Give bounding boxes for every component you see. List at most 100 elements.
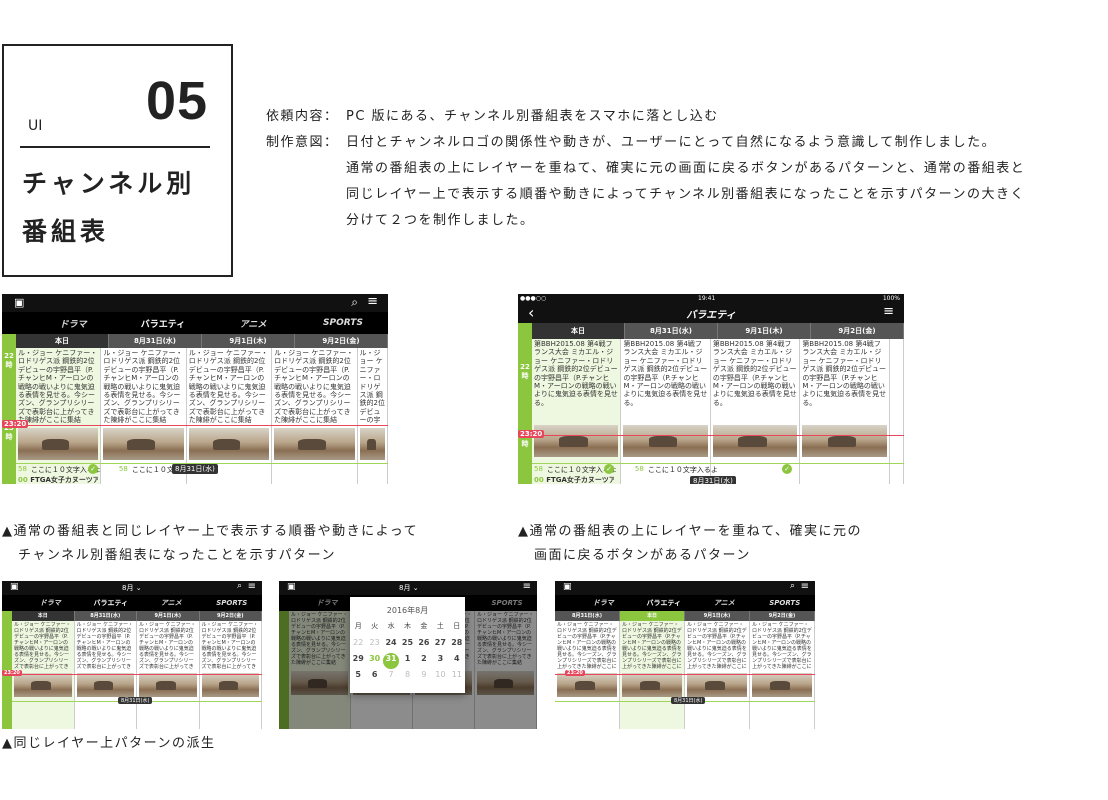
calendar-day[interactable]: 22 [350,637,366,653]
menu-icon[interactable]: ≡ [801,581,809,592]
row-num: 58 [118,465,128,473]
program-column: ル・ジョー ケニファー・ロドリゲス派 鋼鉄的2位デビューの宇野昌平（P.チャンヒ… [685,621,750,729]
date-2[interactable]: 8月31日(水) [75,611,137,621]
channel-sports[interactable]: SPORTS [298,318,388,328]
program-text[interactable]: ル・ジョー ケニファー・ロドリゲス派 鋼鉄的2位デビューの宇野昌平（P.チャンヒ… [200,621,262,669]
program-text[interactable]: ル・ジョー ケニファー・ロドリゲス派 鋼鉄的2位デビューの宇野昌平（P.チャンヒ… [272,348,356,426]
program-text[interactable]: 第BBH2015.08 第4戦フランス大会 ミカエル・ジョー ケニファー・ロドリ… [711,339,799,423]
date-4[interactable]: 9月2日(金) [295,334,388,348]
search-icon[interactable]: ⌕ [790,581,795,591]
month-selector[interactable]: 8月 ⌄ [399,583,419,593]
calendar-day[interactable]: 25 [399,637,415,653]
date-2[interactable]: 8月31日(水) [555,611,620,621]
channel-drama[interactable]: ドラマ [573,598,634,608]
tv-icon[interactable]: ▣ [10,582,19,592]
program-text[interactable]: ル・ジョー ケニファー・ロドリゲス派 鋼鉄的2位デビューの宇野昌平（P.チャンヒ… [101,348,185,426]
date-4[interactable]: 9月2日(金) [750,611,815,621]
calendar-day[interactable]: 26 [416,637,432,653]
program-text[interactable]: 第BBH2015.08 第4戦フランス大会 ミカエル・ジョー ケニファー・ロドリ… [532,339,620,423]
menu-icon[interactable]: ≡ [883,304,894,319]
channel-variety[interactable]: バラエティ [118,317,208,330]
tv-icon[interactable]: ▣ [287,582,296,592]
tv-icon[interactable]: ▣ [14,296,24,309]
program-text[interactable]: ル・ジョー ケニファー・ロドリゲス派 鋼鉄的2位デビューの宇野昌平（P.チャンヒ… [12,621,74,669]
date-today[interactable]: 本日 [532,323,625,339]
calendar-day[interactable]: 28 [449,637,465,653]
date-3[interactable]: 9月1日(木) [685,611,750,621]
calendar-day[interactable]: 2 [416,653,432,669]
date-3[interactable]: 9月1日(木) [137,611,200,621]
calendar-day-selected[interactable]: 31 [382,653,400,669]
hour-22: 22 時 [520,363,530,380]
program-2-text[interactable]: FTGA女子カヌーツアー ドリーナ・モンソワ招待 第４日 朝最の最後の熱戦 [30,476,98,484]
date-3[interactable]: 9月1日(木) [718,323,811,339]
date-4[interactable]: 9月2日(金) [200,611,262,621]
check-icon[interactable]: ✓ [604,464,614,474]
check-icon[interactable]: ✓ [782,464,792,474]
program-grid: ル・ジョー ケニファー・ロドリゲス派 鋼鉄的2位デビューの宇野昌平（P.チャンヒ… [555,621,815,729]
program-text[interactable]: ル・ジョー ケニファー・ロドリゲス派 鋼鉄的2位デビューの宇野昌平（P.チャンヒ… [555,621,619,669]
row-text[interactable]: ここに１０文字入るよ [648,465,718,475]
calendar-day[interactable]: 5 [350,669,366,685]
channel-drama[interactable]: ドラマ [28,317,118,330]
calendar-day[interactable]: 1 [399,653,415,669]
calendar-day[interactable]: 24 [383,637,399,653]
calendar-week: 5 6 7 8 9 10 11 [350,669,465,685]
program-text[interactable]: ル・ジョー ケニファー・ロドリゲス派 鋼鉄的2位デビューの宇野昌平（P.チャンヒ… [75,621,137,669]
now-time: 23:20 [2,420,29,428]
program-text[interactable]: ル・ジョー ケニファー・ロドリゲス派 鋼鉄的2位デビューの宇野昌平（P.チャンヒ… [358,348,388,426]
calendar-day[interactable]: 7 [383,669,399,685]
calendar-day[interactable]: 27 [432,637,448,653]
program-2-text[interactable]: FTGA女子カヌーツアー ドリーナ・モンソワ招待 第４日 朝最の最後の熱戦 [546,476,614,484]
calendar-day[interactable]: 23 [366,637,382,653]
channel-variety[interactable]: バラエティ [81,598,142,608]
calendar-day[interactable]: 3 [432,653,448,669]
search-icon[interactable]: ⌕ [237,581,242,591]
ui-label: UI [28,118,43,134]
caption-bottom: ▲同じレイヤー上パターンの派生 [2,736,216,751]
channel-variety[interactable]: バラエティ [634,598,695,608]
chevron-down-icon: ⌄ [135,584,142,592]
program-text[interactable]: ル・ジョー ケニファー・ロドリゲス派 鋼鉄的2位デビューの宇野昌平（P.チャンヒ… [685,621,749,669]
weekday: 土 [436,622,444,630]
channel-sports[interactable]: SPORTS [202,599,263,607]
program-text[interactable]: ル・ジョー ケニファー・ロドリゲス派 鋼鉄的2位デビューの宇野昌平（P.チャンヒ… [750,621,814,669]
calendar-day[interactable]: 29 [350,653,366,669]
calendar-day[interactable]: 6 [366,669,382,685]
program-text[interactable]: ル・ジョー ケニファー・ロドリゲス派 鋼鉄的2位デビューの宇野昌平（P.チャンヒ… [16,348,100,426]
channel-sports[interactable]: SPORTS [755,599,816,607]
intent-row: 制作意図： 日付とチャンネルロゴの関係性や動きが、ユーザーにとって自然になるよう… [266,130,1025,156]
menu-icon[interactable]: ≡ [248,581,256,592]
program-photo [76,673,134,697]
date-today[interactable]: 本日 [12,611,75,621]
caption-right-1: ▲通常の番組表の上にレイヤーを重ねて、確実に元の [518,524,862,539]
calendar-day[interactable]: 30 [366,653,382,669]
program-text[interactable]: ル・ジョー ケニファー・ロドリゲス派 鋼鉄的2位デビューの宇野昌平（P.チャンヒ… [187,348,271,426]
date-today[interactable]: 本日 [16,334,109,348]
channel-anime[interactable]: アニメ [694,598,755,608]
program-text[interactable]: ル・ジョー ケニファー・ロドリゲス派 鋼鉄的2位デビューの宇野昌平（P.チャンヒ… [620,621,684,669]
calendar-day[interactable]: 8 [399,669,415,685]
date-4[interactable]: 9月2日(金) [811,323,904,339]
tv-icon[interactable]: ▣ [563,582,572,592]
program-text[interactable]: ル・ジョー ケニファー・ロドリゲス派 鋼鉄的2位デビューの宇野昌平（P.チャンヒ… [137,621,199,669]
search-icon[interactable]: ⌕ [351,295,358,310]
date-today[interactable]: 本日 [620,611,685,621]
program-text[interactable]: 第BBH2015.08 第4戦フランス大会 ミカエル・ジョー ケニファー・ロドリ… [621,339,709,423]
date-2[interactable]: 8月31日(水) [109,334,202,348]
date-2[interactable]: 8月31日(水) [625,323,718,339]
month-selector[interactable]: 8月 ⌄ [122,583,142,593]
check-icon[interactable]: ✓ [88,464,98,474]
menu-icon[interactable]: ≡ [523,581,531,592]
calendar-day[interactable]: 4 [449,653,465,669]
program-photo [623,425,708,457]
channel-anime[interactable]: アニメ [141,598,202,608]
calendar-day[interactable]: 11 [449,669,465,685]
channel-drama[interactable]: ドラマ [20,598,81,608]
menu-icon[interactable]: ≡ [367,294,378,309]
date-3[interactable]: 9月1日(木) [202,334,295,348]
channel-anime[interactable]: アニメ [208,317,298,330]
calendar-day[interactable]: 10 [432,669,448,685]
program-text[interactable]: 第BBH2015.08 第4戦フランス大会 ミカエル・ジョー ケニファー・ロドリ… [800,339,888,423]
calendar-day[interactable]: 9 [416,669,432,685]
